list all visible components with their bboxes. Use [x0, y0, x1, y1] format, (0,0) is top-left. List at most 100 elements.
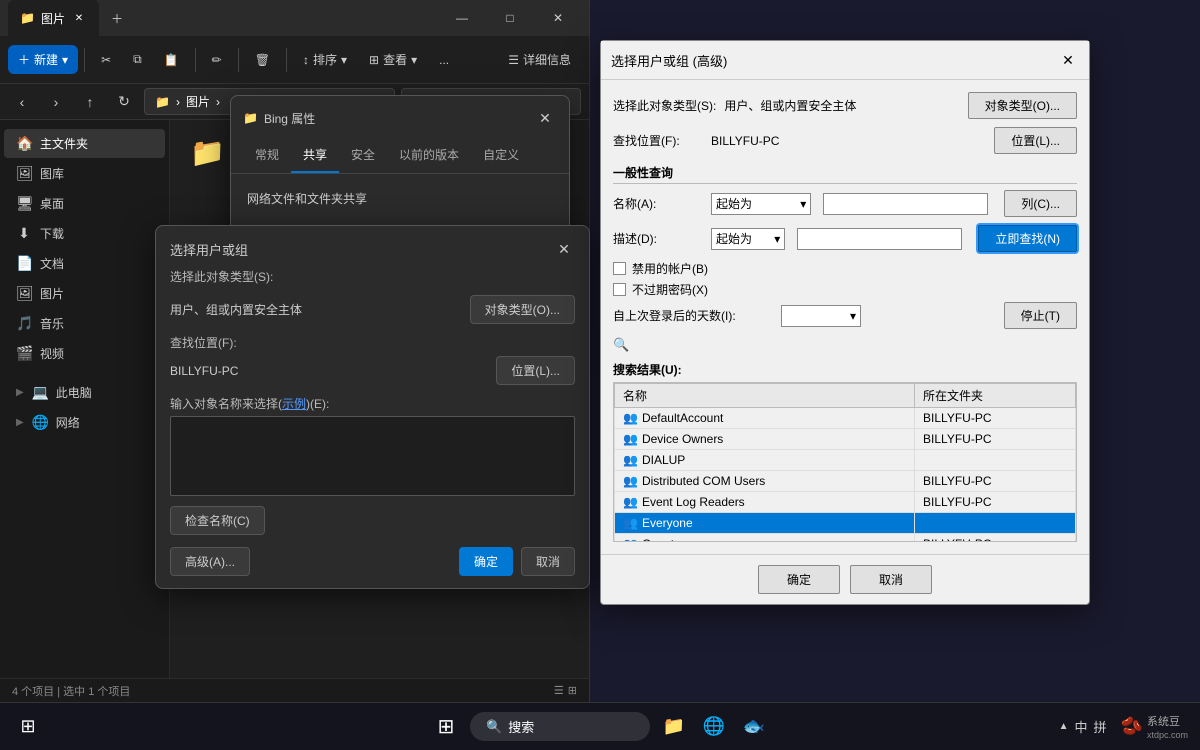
start-button[interactable]: ⊞ — [12, 711, 44, 743]
taskbar-app-icon[interactable]: 🐟 — [738, 711, 770, 743]
taskbar-ime-zh[interactable]: 中 — [1075, 717, 1088, 736]
result-location: BILLYFU-PC — [915, 471, 1076, 492]
object-name-input[interactable] — [170, 416, 575, 496]
adv-close-button[interactable]: ✕ — [1057, 49, 1079, 71]
tab-close-button[interactable]: ✕ — [71, 10, 87, 26]
tab-previous-versions[interactable]: 以前的版本 — [387, 138, 471, 173]
taskbar-ime-pinyin[interactable]: 拼 — [1094, 717, 1107, 736]
adv-ok-button[interactable]: 确定 — [758, 565, 840, 594]
adv-stop-button[interactable]: 停止(T) — [1004, 302, 1077, 329]
sidebar-item-home[interactable]: 🏠 主文件夹 — [4, 129, 165, 158]
adv-titlebar: 选择用户或组 (高级) ✕ — [601, 41, 1089, 80]
adv-location-button[interactable]: 位置(L)... — [994, 127, 1077, 154]
advanced-button[interactable]: 高级(A)... — [170, 547, 250, 576]
sidebar-item-music[interactable]: 🎵 音乐 — [4, 309, 165, 338]
sidebar-item-pictures[interactable]: 🖼 图片 — [4, 279, 165, 308]
sidebar-item-desktop[interactable]: 🖥 桌面 — [4, 189, 165, 218]
tab-new[interactable]: ＋ — [99, 0, 135, 36]
taskbar-start-icon[interactable]: ⊞ — [430, 711, 462, 743]
object-type-button[interactable]: 对象类型(O)... — [470, 295, 575, 324]
back-button[interactable]: ‹ — [8, 88, 36, 116]
col-location[interactable]: 所在文件夹 — [915, 384, 1076, 408]
adv-general-query-label: 一般性查询 — [613, 164, 1077, 184]
table-row[interactable]: 👥Distributed COM Users BILLYFU-PC — [615, 471, 1076, 492]
view-toggle[interactable]: ☰ ⊞ — [554, 684, 577, 697]
sort-button[interactable]: ↕ 排序 ▾ — [293, 45, 357, 74]
sidebar-item-label: 文档 — [40, 255, 64, 272]
sidebar-item-thispc[interactable]: ▶ 💻 此电脑 — [4, 378, 165, 407]
copy-button[interactable]: ⧉ — [123, 46, 152, 73]
tab-security[interactable]: 安全 — [339, 138, 387, 173]
home-icon: 🏠 — [16, 135, 32, 152]
example-link[interactable]: 示例 — [282, 397, 306, 411]
close-button[interactable]: ✕ — [535, 0, 581, 36]
adv-name-input[interactable] — [823, 193, 988, 215]
toolbar-separator — [84, 48, 85, 72]
adv-days-dropdown[interactable]: ▾ — [781, 305, 861, 327]
sidebar-item-documents[interactable]: 📄 文档 — [4, 249, 165, 278]
taskbar-search[interactable]: 🔍 搜索 — [470, 712, 650, 741]
adv-noexpiry-row: 不过期密码(X) — [613, 281, 1077, 298]
adv-desc-input[interactable] — [797, 228, 962, 250]
dialog-advanced-select: 选择用户或组 (高级) ✕ 选择此对象类型(S): 用户、组或内置安全主体 对象… — [600, 40, 1090, 605]
dialog-folder-icon: 📁 — [243, 111, 258, 125]
adv-cancel-button[interactable]: 取消 — [850, 565, 932, 594]
tab-customize[interactable]: 自定义 — [471, 138, 531, 173]
adv-results-label: 搜索结果(U): — [613, 361, 1077, 378]
sidebar-item-downloads[interactable]: ⬇ 下载 — [4, 219, 165, 248]
taskbar-explorer-icon[interactable]: 📁 — [658, 711, 690, 743]
table-row[interactable]: 👥Event Log Readers BILLYFU-PC — [615, 492, 1076, 513]
table-row[interactable]: 👥Guest BILLYFU-PC — [615, 534, 1076, 543]
table-row[interactable]: 👥DIALUP — [615, 450, 1076, 471]
paste-button[interactable]: 📋 — [154, 47, 189, 73]
adv-columns-button[interactable]: 列(C)... — [1004, 190, 1077, 217]
sidebar-item-label: 图片 — [40, 285, 64, 302]
new-button[interactable]: ＋ 新建 ▾ — [8, 45, 78, 74]
tab-general[interactable]: 常规 — [243, 138, 291, 173]
more-button[interactable]: ... — [429, 47, 459, 73]
sidebar-item-gallery[interactable]: 🖼 图库 — [4, 159, 165, 188]
disabled-checkbox[interactable] — [613, 262, 626, 275]
sidebar-item-network[interactable]: ▶ 🌐 网络 — [4, 408, 165, 437]
noexpiry-checkbox[interactable] — [613, 283, 626, 296]
up-button[interactable]: ↑ — [76, 88, 104, 116]
col-name[interactable]: 名称 — [615, 384, 915, 408]
tab-share[interactable]: 共享 — [291, 138, 339, 173]
table-row[interactable]: 👥Device Owners BILLYFU-PC — [615, 429, 1076, 450]
adv-content: 选择此对象类型(S): 用户、组或内置安全主体 对象类型(O)... 查找位置(… — [601, 80, 1089, 554]
group-icon: 👥 — [623, 474, 638, 488]
grid-view-icon[interactable]: ⊞ — [568, 684, 577, 697]
maximize-button[interactable]: □ — [487, 0, 533, 36]
table-row[interactable]: 👥DefaultAccount BILLYFU-PC — [615, 408, 1076, 429]
check-name-button[interactable]: 检查名称(C) — [170, 506, 265, 535]
dialog-bing-close-button[interactable]: ✕ — [533, 106, 557, 130]
adv-name-filter-dropdown[interactable]: 起始为 ▾ — [711, 193, 811, 215]
taskbar-chrome-icon[interactable]: 🌐 — [698, 711, 730, 743]
forward-button[interactable]: › — [42, 88, 70, 116]
adv-desc-filter-dropdown[interactable]: 起始为 ▾ — [711, 228, 785, 250]
rename-button[interactable]: ✏ — [202, 47, 232, 73]
title-bar: 📁 图片 ✕ ＋ — □ ✕ — [0, 0, 589, 36]
location-value: BILLYFU-PC — [170, 364, 488, 378]
group-icon: 👥 — [623, 411, 638, 425]
tab-pictures[interactable]: 📁 图片 ✕ — [8, 0, 99, 36]
dialog-bing-titlebar: 📁 Bing 属性 ✕ — [231, 96, 569, 130]
adv-location-row: 查找位置(F): BILLYFU-PC 位置(L)... — [613, 127, 1077, 154]
adv-object-type-button[interactable]: 对象类型(O)... — [968, 92, 1077, 119]
adv-disabled-accounts-row: 禁用的帐户(B) — [613, 260, 1077, 277]
location-button[interactable]: 位置(L)... — [496, 356, 575, 385]
select-user-ok-button[interactable]: 确定 — [459, 547, 513, 576]
table-row[interactable]: 👥Everyone — [615, 513, 1076, 534]
adv-search-button[interactable]: 立即查找(N) — [978, 225, 1077, 252]
taskbar-up-arrow[interactable]: ▲ — [1059, 721, 1069, 732]
refresh-button[interactable]: ↻ — [110, 88, 138, 116]
minimize-button[interactable]: — — [439, 0, 485, 36]
delete-button[interactable]: 🗑 — [245, 47, 280, 73]
select-user-cancel-button[interactable]: 取消 — [521, 547, 575, 576]
list-view-icon[interactable]: ☰ — [554, 684, 564, 697]
detail-button[interactable]: ☰ 详细信息 — [498, 45, 581, 74]
sidebar-item-videos[interactable]: 🎬 视频 — [4, 339, 165, 368]
cut-button[interactable]: ✂ — [91, 47, 121, 73]
dialog-select-user-close-button[interactable]: ✕ — [553, 238, 575, 260]
view-button[interactable]: ⊞ 查看 ▾ — [359, 45, 427, 74]
